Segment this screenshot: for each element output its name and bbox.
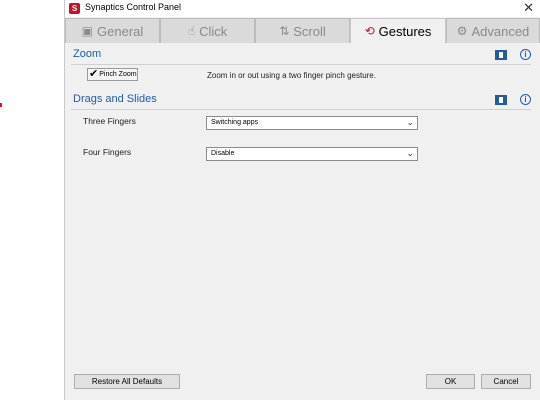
tab-click[interactable]: ☝ Click xyxy=(160,18,255,43)
scroll-icon: ⇅ xyxy=(279,24,290,38)
pinch-zoom-checkbox[interactable]: ✔ Pinch Zoom xyxy=(87,68,138,81)
cancel-button[interactable]: Cancel xyxy=(481,374,531,389)
tab-general-label: General xyxy=(97,23,144,39)
click-icon: ☝ xyxy=(187,24,196,38)
four-fingers-select[interactable]: Disable ⌄ xyxy=(206,147,418,161)
pinch-zoom-label: Pinch Zoom xyxy=(99,71,137,78)
tab-advanced[interactable]: ⚙ Advanced xyxy=(446,18,540,43)
window-title: Synaptics Control Panel xyxy=(85,2,182,12)
four-fingers-label: Four Fingers xyxy=(83,147,132,157)
restore-defaults-button[interactable]: Restore All Defaults xyxy=(74,374,180,389)
zoom-video-icon[interactable] xyxy=(495,50,507,60)
synaptics-window: S Synaptics Control Panel ✕ ▣ General ☝ … xyxy=(64,0,540,400)
check-icon: ✔ xyxy=(89,68,99,80)
tab-click-label: Click xyxy=(199,23,228,39)
general-icon: ▣ xyxy=(81,24,94,38)
tab-scroll-label: Scroll xyxy=(293,23,326,39)
app-icon-letter: S xyxy=(71,4,78,13)
chevron-down-icon: ⌄ xyxy=(406,148,414,158)
zoom-info-icon[interactable]: i xyxy=(520,49,531,60)
three-fingers-select[interactable]: Switching apps ⌄ xyxy=(206,116,418,130)
tab-general[interactable]: ▣ General xyxy=(65,18,160,43)
three-fingers-label: Three Fingers xyxy=(83,116,136,126)
tab-advanced-label: Advanced xyxy=(471,23,530,39)
ok-button[interactable]: OK xyxy=(426,374,475,389)
title-bar: S Synaptics Control Panel ✕ xyxy=(65,0,540,17)
advanced-icon: ⚙ xyxy=(456,24,468,38)
drags-info-icon[interactable]: i xyxy=(520,94,531,105)
tab-gestures[interactable]: ⟲ Gestures xyxy=(350,18,446,43)
pinch-zoom-description: Zoom in or out using a two finger pinch … xyxy=(207,71,376,80)
synaptics-app-icon: S xyxy=(69,3,80,14)
tab-gestures-label: Gestures xyxy=(378,23,432,39)
zoom-section-header: Zoom i xyxy=(71,48,531,65)
close-icon[interactable]: ✕ xyxy=(523,0,534,16)
tab-bar: ▣ General ☝ Click ⇅ Scroll ⟲ Gestures ⚙ … xyxy=(65,18,540,43)
drags-section-title: Drags and Slides xyxy=(73,93,157,105)
zoom-section-title: Zoom xyxy=(73,48,102,60)
drags-video-icon[interactable] xyxy=(495,95,507,105)
red-marker xyxy=(0,103,2,107)
gestures-icon: ⟲ xyxy=(364,24,375,38)
tab-scroll[interactable]: ⇅ Scroll xyxy=(255,18,350,43)
three-fingers-value: Switching apps xyxy=(211,119,259,126)
chevron-down-icon: ⌄ xyxy=(406,117,414,127)
drags-section-header: Drags and Slides i xyxy=(71,93,531,110)
four-fingers-value: Disable xyxy=(211,150,235,157)
